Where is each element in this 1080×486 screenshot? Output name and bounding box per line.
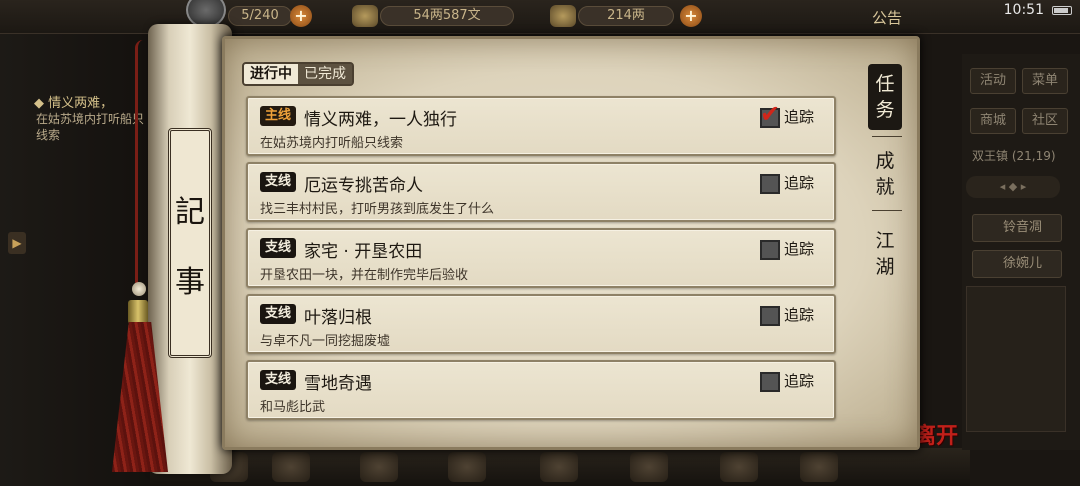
- quest-desc: 找三丰村村民，打听男孩到底发生了什么: [260, 202, 495, 217]
- add-stamina-button[interactable]: +: [290, 5, 312, 27]
- npc-item[interactable]: 铃音凋: [972, 214, 1062, 242]
- track-label[interactable]: 追踪: [784, 172, 814, 193]
- tab-jianghu[interactable]: 江湖: [868, 228, 902, 288]
- location-coordinates: 双王镇 (21,19): [972, 149, 1056, 163]
- quest-card[interactable]: 主线 情义两难，一人独行 在姑苏境内打听船只线索 ✔ 追踪: [246, 96, 836, 156]
- track-checkbox[interactable]: [760, 174, 780, 194]
- quest-title: 厄运专挑苦命人: [304, 176, 423, 196]
- journal-title-char: 記: [175, 195, 205, 230]
- tracked-quest-desc: 在姑苏境内打听船只线索: [36, 112, 145, 142]
- add-ingot-button[interactable]: +: [680, 5, 702, 27]
- money-counter: 54两587文: [380, 6, 514, 26]
- track-checkbox[interactable]: ✔: [760, 102, 780, 128]
- tab-completed[interactable]: 已完成: [298, 64, 352, 84]
- shop-button[interactable]: 商城: [970, 108, 1016, 134]
- track-checkbox[interactable]: [760, 240, 780, 260]
- quest-title: 叶落归根: [304, 308, 372, 328]
- quest-desc: 在姑苏境内打听船只线索: [260, 136, 404, 151]
- journal-title-char: 事: [175, 265, 205, 300]
- quest-title: 家宅 · 开垦农田: [304, 242, 423, 262]
- activity-button[interactable]: 活动: [970, 68, 1016, 94]
- quest-list: 主线 情义两难，一人独行 在姑苏境内打听船只线索 ✔ 追踪 支线 厄运专挑苦命人…: [246, 96, 836, 426]
- tab-in-progress[interactable]: 进行中: [244, 64, 298, 84]
- compass-icon: ◂ ◆ ▸: [966, 176, 1060, 198]
- copper-coin-icon: [352, 5, 378, 27]
- quest-card[interactable]: 支线 厄运专挑苦命人 找三丰村村民，打听男孩到底发生了什么 追踪: [246, 162, 836, 222]
- quest-card[interactable]: 支线 雪地奇遇 和马彪比武 追踪: [246, 360, 836, 420]
- ingot-counter: 214两: [578, 6, 674, 26]
- tab-divider: [872, 210, 902, 211]
- quest-card[interactable]: 支线 叶落归根 与卓不凡一同挖掘废墟 追踪: [246, 294, 836, 354]
- checkmark-icon: ✔: [760, 100, 781, 128]
- menu-button[interactable]: 菜单: [1022, 68, 1068, 94]
- side-quest-badge: 支线: [260, 238, 296, 258]
- bottom-menu-icon[interactable]: [360, 452, 398, 482]
- quest-desc: 开垦农田一块，并在制作完毕后验收: [260, 268, 469, 283]
- track-label[interactable]: 追踪: [784, 370, 814, 391]
- track-label[interactable]: 追踪: [784, 106, 814, 127]
- expand-arrow-icon[interactable]: ▶: [8, 232, 26, 254]
- bottom-menu-icon[interactable]: [448, 452, 486, 482]
- tassel-cord: [135, 40, 143, 290]
- bottom-menu-icon[interactable]: [630, 452, 668, 482]
- track-checkbox[interactable]: [760, 372, 780, 392]
- tassel-bead: [132, 282, 146, 296]
- notice-button[interactable]: 公告: [872, 7, 902, 28]
- quest-card[interactable]: 支线 家宅 · 开垦农田 开垦农田一块，并在制作完毕后验收 追踪: [246, 228, 836, 288]
- quest-title: 雪地奇遇: [304, 374, 372, 394]
- side-quest-badge: 支线: [260, 172, 296, 192]
- bottom-menu-icon[interactable]: [540, 452, 578, 482]
- side-quest-badge: 支线: [260, 304, 296, 324]
- track-label[interactable]: 追踪: [784, 238, 814, 259]
- quest-title: 情义两难，一人独行: [304, 110, 457, 130]
- tab-quests[interactable]: 任务: [868, 64, 902, 130]
- clock-text: 10:51: [1003, 2, 1044, 18]
- silver-ingot-icon: [550, 5, 576, 27]
- track-label[interactable]: 追踪: [784, 304, 814, 325]
- quest-status-tabs: 进行中 已完成: [242, 62, 354, 86]
- community-button[interactable]: 社区: [1022, 108, 1068, 134]
- battery-icon: [1052, 6, 1072, 15]
- journal-title-plaque: 記 事: [168, 128, 212, 358]
- tab-divider: [872, 136, 902, 137]
- category-tab-rail: 任务 成就 江湖: [868, 48, 908, 438]
- bottom-menu-icon[interactable]: [272, 452, 310, 482]
- quest-desc: 和马彪比武: [260, 400, 326, 415]
- stamina-counter: 5/240: [228, 6, 292, 26]
- minimap-panel: [966, 286, 1066, 432]
- track-checkbox[interactable]: [760, 306, 780, 326]
- bottom-menu-icon[interactable]: [720, 452, 758, 482]
- tracked-quest-title[interactable]: ◆ 情义两难，: [34, 92, 113, 111]
- npc-item[interactable]: 徐婉儿: [972, 250, 1062, 278]
- quest-desc: 与卓不凡一同挖掘废墟: [260, 334, 391, 349]
- tab-achievements[interactable]: 成就: [868, 148, 902, 208]
- side-quest-badge: 支线: [260, 370, 296, 390]
- tassel-cap: [128, 300, 148, 324]
- bottom-menu-icon[interactable]: [800, 452, 838, 482]
- main-quest-badge: 主线: [260, 106, 296, 126]
